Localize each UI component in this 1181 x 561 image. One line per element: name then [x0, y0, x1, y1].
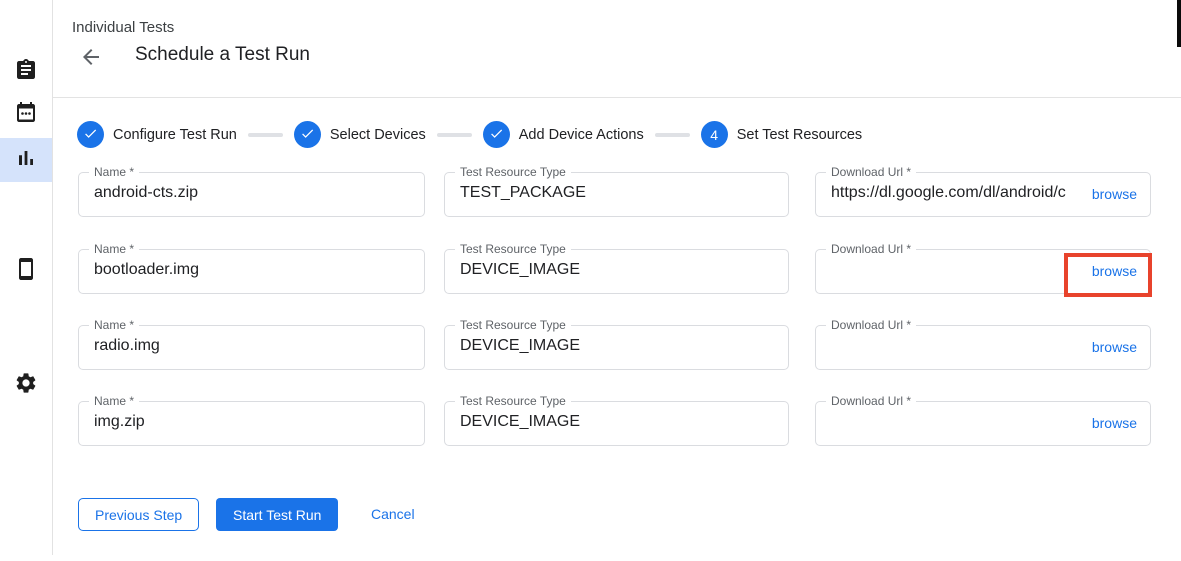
arrow-back-icon — [79, 57, 103, 72]
download-url-field[interactable]: Download Url * browse — [815, 325, 1151, 370]
field-label: Name * — [89, 242, 139, 256]
field-label: Download Url * — [826, 318, 916, 332]
field-value: android-cts.zip — [94, 184, 414, 202]
browse-button[interactable]: browse — [1092, 415, 1137, 431]
step-connector — [655, 133, 690, 137]
step-add-device-actions[interactable]: Add Device Actions — [483, 121, 644, 148]
gear-icon — [14, 371, 38, 400]
field-value: img.zip — [94, 413, 414, 431]
field-label: Test Resource Type — [455, 165, 571, 179]
step-label: Configure Test Run — [113, 127, 237, 143]
name-field[interactable]: Name * radio.img — [78, 325, 425, 370]
name-field[interactable]: Name * android-cts.zip — [78, 172, 425, 217]
step-configure-test-run[interactable]: Configure Test Run — [77, 121, 237, 148]
download-url-field[interactable]: Download Url * browse — [815, 401, 1151, 446]
page-title: Schedule a Test Run — [135, 44, 310, 66]
header-divider — [53, 97, 1181, 98]
field-label: Name * — [89, 165, 139, 179]
field-label: Name * — [89, 318, 139, 332]
field-label: Name * — [89, 394, 139, 408]
step-completed-circle — [294, 121, 321, 148]
breadcrumb: Individual Tests — [72, 19, 174, 36]
step-label: Add Device Actions — [519, 127, 644, 143]
step-completed-circle — [483, 121, 510, 148]
step-set-test-resources[interactable]: 4 Set Test Resources — [701, 121, 862, 148]
download-url-field[interactable]: Download Url * https://dl.google.com/dl/… — [815, 172, 1151, 217]
field-label: Download Url * — [826, 165, 916, 179]
scrollbar-thumb[interactable] — [1177, 0, 1181, 47]
previous-step-button[interactable]: Previous Step — [78, 498, 199, 531]
smartphone-icon — [14, 257, 38, 286]
clipboard-icon — [14, 58, 38, 87]
download-url-field[interactable]: Download Url * browse — [815, 249, 1151, 294]
sidebar — [0, 0, 53, 555]
resource-type-field[interactable]: Test Resource Type DEVICE_IMAGE — [444, 401, 789, 446]
resource-type-field[interactable]: Test Resource Type TEST_PACKAGE — [444, 172, 789, 217]
step-label: Select Devices — [330, 127, 426, 143]
step-select-devices[interactable]: Select Devices — [294, 121, 426, 148]
field-label: Test Resource Type — [455, 318, 571, 332]
field-value: DEVICE_IMAGE — [460, 413, 778, 431]
step-number-circle: 4 — [701, 121, 728, 148]
field-label: Download Url * — [826, 242, 916, 256]
field-value: radio.img — [94, 337, 414, 355]
sidebar-item-settings[interactable] — [0, 363, 52, 407]
step-connector — [248, 133, 283, 137]
resource-type-field[interactable]: Test Resource Type DEVICE_IMAGE — [444, 325, 789, 370]
sidebar-item-test-results[interactable] — [0, 138, 52, 182]
step-connector — [437, 133, 472, 137]
cancel-button[interactable]: Cancel — [371, 506, 415, 522]
back-button[interactable] — [78, 45, 104, 71]
field-value: DEVICE_IMAGE — [460, 337, 778, 355]
sidebar-item-test-plans[interactable] — [0, 92, 52, 136]
field-value: https://dl.google.com/dl/android/c — [831, 184, 1076, 202]
field-value: TEST_PACKAGE — [460, 184, 778, 202]
browse-button[interactable]: browse — [1092, 186, 1137, 202]
name-field[interactable]: Name * bootloader.img — [78, 249, 425, 294]
start-test-run-button[interactable]: Start Test Run — [216, 498, 338, 531]
field-value: bootloader.img — [94, 261, 414, 279]
check-icon — [489, 126, 504, 144]
name-field[interactable]: Name * img.zip — [78, 401, 425, 446]
check-icon — [300, 126, 315, 144]
calendar-icon — [14, 100, 38, 129]
field-label: Test Resource Type — [455, 394, 571, 408]
field-label: Test Resource Type — [455, 242, 571, 256]
bar-chart-icon — [14, 146, 38, 175]
step-label: Set Test Resources — [737, 127, 862, 143]
browse-button[interactable]: browse — [1092, 263, 1137, 279]
check-icon — [83, 126, 98, 144]
field-label: Download Url * — [826, 394, 916, 408]
resource-type-field[interactable]: Test Resource Type DEVICE_IMAGE — [444, 249, 789, 294]
field-value: DEVICE_IMAGE — [460, 261, 778, 279]
browse-button[interactable]: browse — [1092, 339, 1137, 355]
sidebar-item-tests[interactable] — [0, 50, 52, 94]
stepper: Configure Test Run Select Devices Add De… — [77, 121, 862, 148]
step-completed-circle — [77, 121, 104, 148]
sidebar-item-devices[interactable] — [0, 249, 52, 293]
